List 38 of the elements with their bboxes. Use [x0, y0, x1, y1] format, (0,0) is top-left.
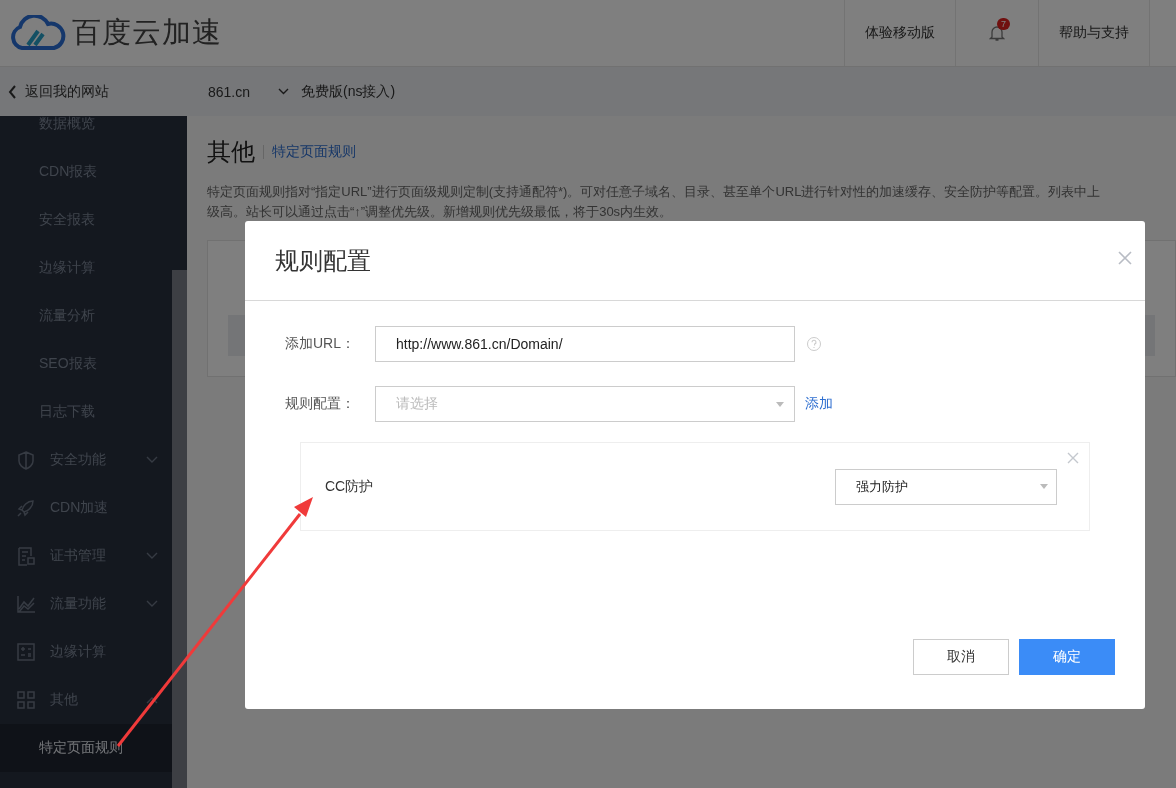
- cancel-button[interactable]: 取消: [913, 639, 1009, 675]
- description-line: 特定页面规则指对“指定URL”进行页面级规则定制(支持通配符*)。可对任意子域名、目录、甚至单个URL进行针对性的加速缓存、安全防护等配置。列表中上: [207, 183, 1102, 201]
- nav-link[interactable]: 体验移动版: [844, 0, 955, 66]
- back-link[interactable]: 返回我的网站: [25, 82, 109, 101]
- close-icon[interactable]: [1117, 250, 1133, 266]
- rule-select[interactable]: 请选择: [375, 386, 795, 422]
- dropdown-chevron-icon[interactable]: [278, 88, 290, 95]
- chevron-down-icon[interactable]: [146, 600, 158, 608]
- help-icon[interactable]: [806, 336, 822, 352]
- plan-label: 免费版(ns接入): [301, 82, 396, 101]
- rocket-icon: [16, 498, 36, 518]
- shield-icon: [16, 450, 36, 470]
- level-select[interactable]: 强力防护: [835, 468, 1057, 505]
- field-label: 添加URL：: [284, 335, 356, 353]
- dialog-title: 规则配置: [275, 245, 371, 276]
- grid-icon: [16, 690, 36, 710]
- chevron-up-icon[interactable]: [146, 696, 158, 704]
- certificate-icon: [16, 546, 36, 566]
- notification-badge: 7: [997, 18, 1010, 30]
- confirm-button[interactable]: 确定: [1019, 639, 1115, 675]
- logo-text: 百度云加速: [72, 15, 222, 50]
- calculator-icon: [16, 642, 36, 662]
- close-icon[interactable]: [1067, 452, 1079, 464]
- nav-link[interactable]: 帮助与支持: [1038, 0, 1149, 66]
- rule-name: CC防护: [325, 477, 374, 496]
- add-link[interactable]: 添加: [805, 395, 833, 413]
- url-input[interactable]: http://www.861.cn/Domain/: [375, 326, 795, 362]
- cloud-logo-icon: [8, 15, 66, 51]
- field-label: 规则配置：: [284, 395, 356, 413]
- breadcrumb-link[interactable]: 特定页面规则: [272, 143, 356, 161]
- back-chevron-icon[interactable]: [8, 84, 17, 99]
- chevron-down-icon[interactable]: [146, 552, 158, 560]
- page-title: 其他: [207, 137, 255, 167]
- description-line: 级高。站长可以通过点击“↑”调整优先级。新增规则优先级最低，将于30s内生效。: [207, 203, 674, 221]
- line-chart-icon: [16, 594, 36, 614]
- scrollbar[interactable]: [172, 116, 187, 788]
- chevron-down-icon[interactable]: [146, 456, 158, 464]
- domain-name[interactable]: 861.cn: [208, 83, 251, 100]
